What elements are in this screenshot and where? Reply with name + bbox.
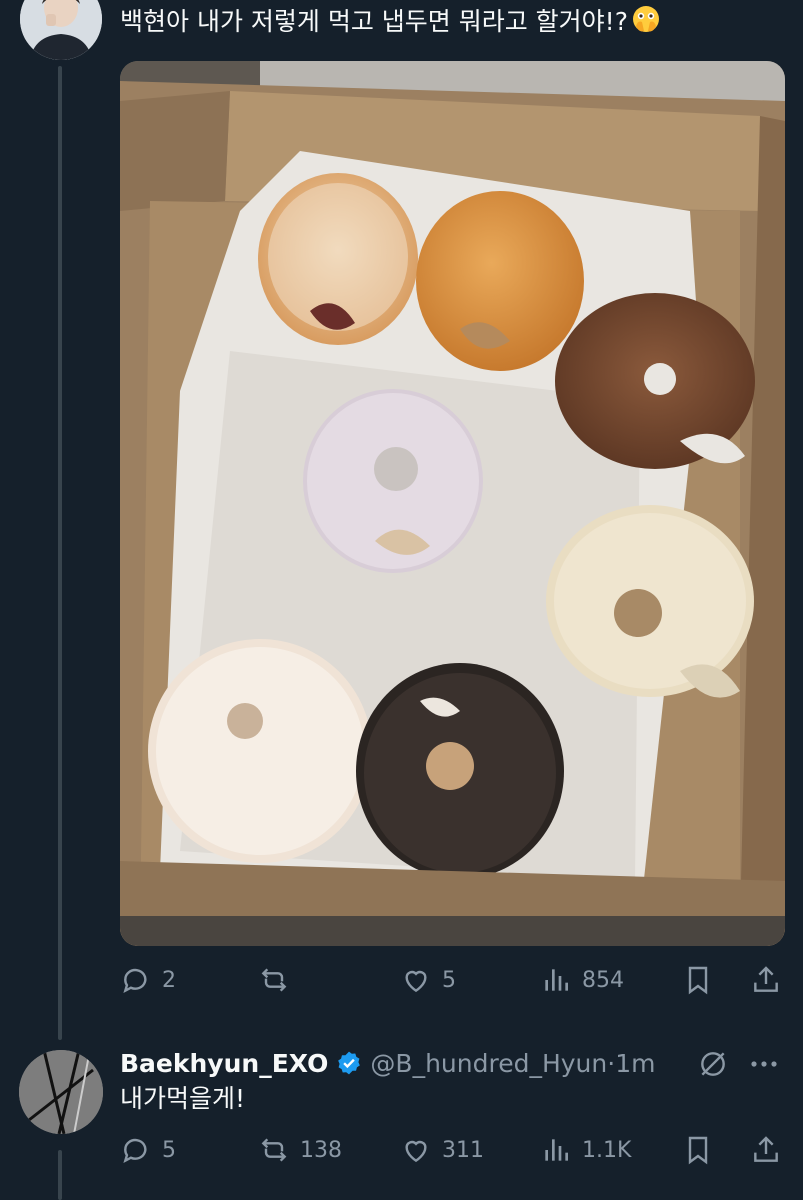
share-icon (754, 1136, 778, 1162)
retweet-button[interactable]: 138 (258, 1134, 342, 1166)
reply-header: Baekhyun_EXO @B_hundred_Hyun · 1m (120, 1043, 655, 1083)
views-count: 854 (582, 967, 624, 993)
more-options-icon[interactable] (748, 1052, 780, 1076)
timestamp[interactable]: 1m (615, 1049, 655, 1078)
tweet-text: 백현아 내가 저렇게 먹고 냅두면 뭐라고 할거야!? (120, 4, 662, 40)
views-icon (545, 969, 568, 991)
reply-button[interactable]: 5 (120, 1134, 176, 1166)
reply-actions: 5 138 311 1.1K (120, 1130, 785, 1170)
tweet-actions: 2 5 854 (120, 960, 785, 1000)
views-count: 1.1K (582, 1137, 632, 1163)
reply-count: 5 (162, 1137, 176, 1163)
tweet-photo[interactable] (120, 61, 785, 946)
reply-icon (123, 968, 147, 994)
retweet-icon (261, 968, 287, 992)
share-button[interactable] (750, 1134, 782, 1166)
like-button[interactable]: 5 (400, 964, 456, 996)
tweet-body: 백현아 내가 저렇게 먹고 냅두면 뭐라고 할거야!? (120, 7, 628, 36)
thread-line-continuation (58, 1150, 62, 1200)
retweet-count: 138 (300, 1137, 342, 1163)
like-button[interactable]: 311 (400, 1134, 484, 1166)
bookmark-button[interactable] (682, 964, 714, 996)
verified-badge-icon (338, 1051, 361, 1075)
like-count: 311 (442, 1137, 484, 1163)
thread-view: 백현아 내가 저렇게 먹고 냅두면 뭐라고 할거야!? 2 5 854 Baek… (0, 0, 803, 1200)
like-count: 5 (442, 967, 456, 993)
reply-count: 2 (162, 967, 176, 993)
bookmark-button[interactable] (682, 1134, 714, 1166)
reply-avatar[interactable] (19, 1050, 103, 1134)
retweet-button[interactable] (258, 964, 300, 996)
grok-icon[interactable] (697, 1048, 729, 1080)
handle[interactable]: @B_hundred_Hyun (370, 1049, 607, 1078)
share-button[interactable] (750, 964, 782, 996)
heart-icon (405, 970, 427, 993)
views-button[interactable]: 854 (540, 964, 624, 996)
separator: · (607, 1048, 616, 1078)
bookmark-icon (688, 1136, 708, 1165)
views-icon (545, 1139, 568, 1161)
reply-button[interactable]: 2 (120, 964, 176, 996)
heart-icon (405, 1140, 427, 1163)
display-name[interactable]: Baekhyun_EXO (120, 1049, 328, 1078)
views-button[interactable]: 1.1K (540, 1134, 631, 1166)
thread-line (58, 66, 62, 1040)
share-icon (754, 966, 778, 992)
retweet-icon (261, 1138, 287, 1162)
reply-icon (123, 1138, 147, 1164)
hand-over-mouth-emoji-icon (632, 6, 659, 32)
reply-text: 내가먹을게! (120, 1084, 246, 1113)
bookmark-icon (688, 966, 708, 995)
avatar[interactable] (20, 0, 102, 60)
